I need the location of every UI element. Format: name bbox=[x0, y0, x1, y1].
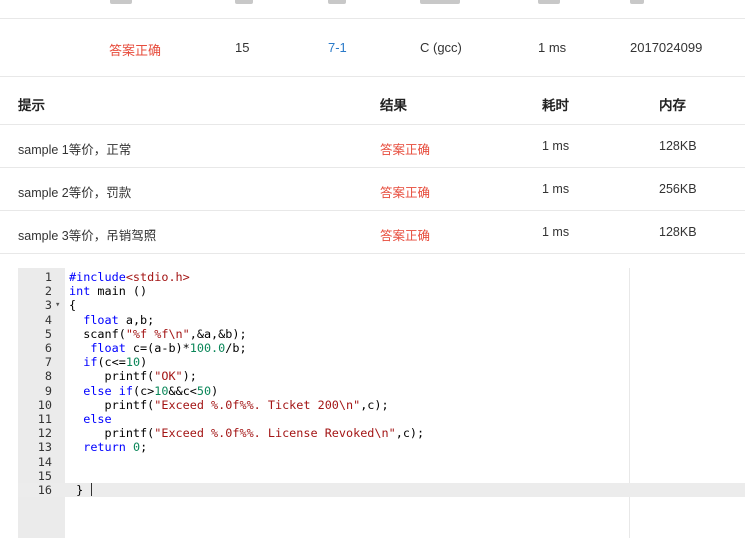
case-result: 答案正确 bbox=[380, 143, 431, 157]
code-line[interactable]: 15 bbox=[18, 469, 745, 483]
code-text: return 0; bbox=[83, 440, 148, 455]
submission-table-header bbox=[0, 0, 745, 19]
code-text: printf("Exceed %.0f%%. Ticket 200\n",c); bbox=[69, 397, 389, 412]
code-text: if(c<=10) bbox=[83, 355, 148, 370]
text-cursor bbox=[91, 483, 93, 496]
case-result: 答案正确 bbox=[380, 229, 431, 243]
code-text: } bbox=[69, 483, 93, 497]
line-number: 4 bbox=[44, 312, 52, 327]
testcase-table: 提示 结果 耗时 内存 sample 1等价，正常 答案正确 1 ms 128K… bbox=[0, 80, 745, 254]
problem-link[interactable]: 7-1 bbox=[328, 40, 347, 55]
code-line[interactable]: 7 if(c<=10) bbox=[18, 355, 745, 369]
case-memory: 128KB bbox=[659, 225, 697, 239]
compiler-label: C (gcc) bbox=[420, 40, 462, 55]
code-text: printf("Exceed %.0f%%. License Revoked\n… bbox=[69, 426, 425, 441]
case-memory: 128KB bbox=[659, 139, 697, 153]
line-number: 3 bbox=[44, 298, 52, 313]
testcase-table-header: 提示 结果 耗时 内存 bbox=[0, 80, 745, 125]
code-line[interactable]: 6 float c=(a-b)*100.0/b; bbox=[18, 341, 745, 355]
line-number: 13 bbox=[37, 440, 52, 455]
line-number: 6 bbox=[44, 341, 52, 355]
line-number: 5 bbox=[44, 326, 52, 341]
header-cell-cut bbox=[235, 0, 253, 4]
case-hint: sample 1等价，正常 bbox=[18, 143, 132, 157]
code-line[interactable]: 1 #include<stdio.h> bbox=[18, 270, 745, 284]
table-row: sample 3等价，吊销驾照 答案正确 1 ms 128KB bbox=[0, 211, 745, 254]
code-text: else bbox=[83, 412, 112, 426]
line-number: 11 bbox=[37, 412, 52, 426]
line-number: 9 bbox=[44, 383, 52, 398]
code-text: float a,b; bbox=[83, 312, 155, 327]
code-text: int main () bbox=[69, 284, 148, 299]
line-number: 12 bbox=[37, 426, 52, 441]
case-hint: sample 2等价，罚款 bbox=[18, 186, 132, 200]
header-time: 耗时 bbox=[542, 98, 569, 113]
code-line[interactable]: 2 int main () bbox=[18, 284, 745, 298]
case-time: 1 ms bbox=[542, 182, 570, 196]
code-line[interactable]: 11 else bbox=[18, 412, 745, 426]
line-number: 15 bbox=[37, 468, 52, 483]
header-hint: 提示 bbox=[18, 98, 45, 113]
line-number: 14 bbox=[37, 454, 52, 469]
table-row: sample 2等价，罚款 答案正确 1 ms 256KB bbox=[0, 168, 745, 211]
line-number: 8 bbox=[44, 369, 52, 384]
line-number: 7 bbox=[44, 355, 52, 370]
code-line[interactable]: 10 printf("Exceed %.0f%%. Ticket 200\n",… bbox=[18, 398, 745, 412]
code-line[interactable]: 9 else if(c>10&&c<50) bbox=[18, 384, 745, 398]
header-cell-cut bbox=[328, 0, 346, 4]
header-cell-cut bbox=[538, 0, 560, 4]
table-row: sample 1等价，正常 答案正确 1 ms 128KB bbox=[0, 125, 745, 168]
code-line[interactable]: 16 } bbox=[18, 483, 745, 497]
code-line[interactable]: 4 float a,b; bbox=[18, 313, 745, 327]
line-number: 2 bbox=[44, 284, 52, 299]
submission-status[interactable]: 答案正确 bbox=[109, 40, 161, 59]
line-number: 16 bbox=[37, 483, 52, 497]
line-number: 10 bbox=[37, 397, 52, 412]
header-result: 结果 bbox=[380, 98, 407, 113]
submission-time: 1 ms bbox=[538, 40, 567, 55]
code-text: { bbox=[69, 298, 77, 313]
code-text: else if(c>10&&c<50) bbox=[83, 383, 219, 398]
code-text: float c=(a-b)*100.0/b; bbox=[90, 341, 247, 355]
header-cell-cut bbox=[110, 0, 132, 4]
code-line[interactable]: 5 scanf("%f %f\n",&a,&b); bbox=[18, 327, 745, 341]
code-text: #include<stdio.h> bbox=[69, 270, 190, 284]
code-text: scanf("%f %f\n",&a,&b); bbox=[69, 326, 247, 341]
fold-toggle-icon[interactable]: ▾ bbox=[55, 298, 60, 312]
code-editor[interactable]: 1 #include<stdio.h> 2 int main () 3 ▾ {4 float… bbox=[18, 268, 745, 538]
case-memory: 256KB bbox=[659, 182, 697, 196]
case-result: 答案正确 bbox=[380, 186, 431, 200]
code-line[interactable]: 14 bbox=[18, 455, 745, 469]
header-memory: 内存 bbox=[659, 98, 686, 113]
code-line[interactable]: 12 printf("Exceed %.0f%%. License Revoke… bbox=[18, 426, 745, 440]
case-hint: sample 3等价，吊销驾照 bbox=[18, 229, 157, 243]
case-time: 1 ms bbox=[542, 225, 570, 239]
code-line[interactable]: 3 ▾ { bbox=[18, 298, 745, 312]
code-line[interactable]: 13 return 0; bbox=[18, 440, 745, 454]
header-cell-cut bbox=[420, 0, 460, 4]
header-cell-cut bbox=[630, 0, 644, 4]
code-text: printf("OK"); bbox=[69, 369, 197, 384]
submission-score: 15 bbox=[235, 40, 250, 55]
code-line[interactable]: 8 printf("OK"); bbox=[18, 369, 745, 383]
line-number: 1 bbox=[44, 270, 52, 284]
submission-row: 答案正确 15 7-1 C (gcc) 1 ms 2017024099 bbox=[0, 18, 745, 77]
user-id[interactable]: 2017024099 bbox=[630, 40, 702, 55]
case-time: 1 ms bbox=[542, 139, 570, 153]
